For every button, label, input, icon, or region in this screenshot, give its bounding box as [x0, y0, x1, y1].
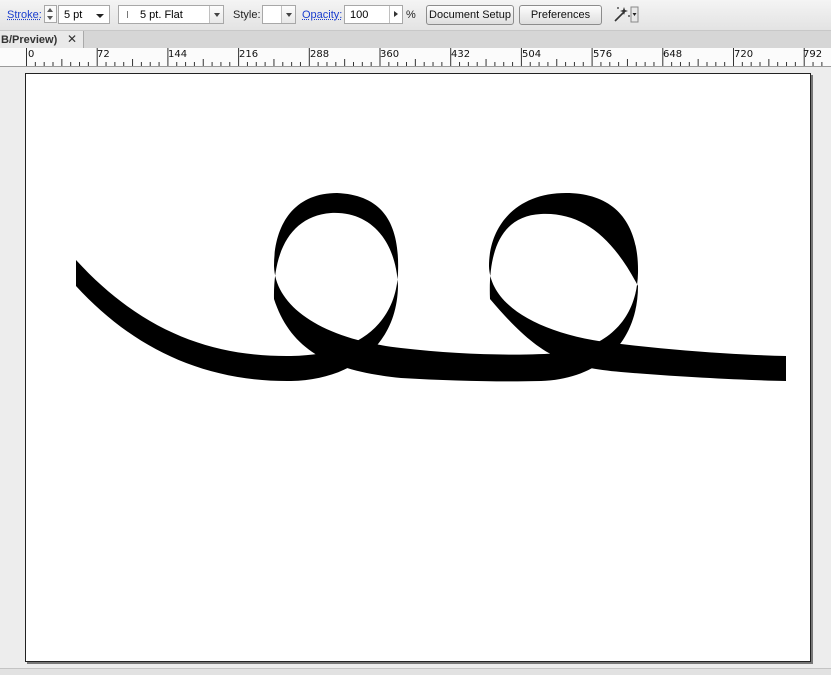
ruler-label-72: 72 — [97, 49, 110, 60]
play-right-icon — [394, 11, 398, 17]
ruler-label-648: 648 — [663, 49, 683, 60]
brush-preview-icon — [127, 11, 128, 18]
chevron-down-icon[interactable] — [96, 14, 104, 18]
close-icon[interactable]: ✕ — [67, 32, 77, 46]
chevron-down-icon — [286, 13, 292, 17]
ruler-ticks — [26, 48, 823, 66]
stepper-up-icon[interactable] — [47, 8, 53, 12]
graphic-style-field[interactable] — [262, 5, 296, 24]
stroke-label[interactable]: Stroke: — [7, 0, 42, 30]
ruler-label-144: 144 — [168, 49, 188, 60]
style-dropdown-button[interactable] — [281, 6, 295, 23]
ruler-label-576: 576 — [593, 49, 613, 60]
ruler-label-0: 0 — [28, 49, 35, 60]
stroke-weight-value: 5 pt — [64, 8, 83, 21]
ruler-label-288: 288 — [310, 49, 330, 60]
document-tab[interactable]: B/Preview) ✕ — [0, 31, 84, 48]
magic-wand-icon — [614, 6, 639, 23]
document-tab-title: B/Preview) — [1, 33, 58, 46]
artwork-canvas[interactable] — [26, 74, 810, 661]
document-setup-button[interactable]: Document Setup — [426, 5, 514, 25]
ribbon-loop-stroke[interactable] — [76, 193, 786, 382]
brush-definition-field[interactable]: 5 pt. Flat — [118, 5, 224, 24]
document-tab-strip: B/Preview) ✕ — [0, 31, 831, 49]
preferences-button[interactable]: Preferences — [519, 5, 602, 25]
opacity-slider-button[interactable] — [389, 6, 402, 23]
opacity-label[interactable]: Opacity: — [302, 0, 342, 30]
control-bar: Stroke: 5 pt 5 pt. Flat Style: Opacity: … — [0, 0, 831, 31]
horizontal-ruler[interactable]: 0 72 144 216 288 360 432 504 576 648 720… — [0, 48, 831, 67]
ruler-label-432: 432 — [451, 49, 471, 60]
ruler-label-216: 216 — [239, 49, 259, 60]
ruler-label-792: 792 — [803, 49, 823, 60]
opacity-value: 100 — [350, 8, 369, 21]
brush-dropdown-button[interactable] — [209, 6, 223, 23]
opacity-unit: % — [406, 9, 416, 21]
ruler-label-360: 360 — [380, 49, 400, 60]
stroke-weight-field[interactable]: 5 pt — [58, 5, 110, 24]
stepper-down-icon[interactable] — [47, 16, 53, 20]
chevron-down-icon — [214, 13, 220, 17]
style-label: Style: — [233, 9, 261, 21]
brush-definition-value: 5 pt. Flat — [140, 8, 183, 21]
ruler-label-720: 720 — [734, 49, 754, 60]
artboard[interactable] — [25, 73, 811, 662]
isolate-button[interactable] — [611, 4, 639, 24]
opacity-field[interactable]: 100 — [344, 5, 403, 24]
ruler-label-504: 504 — [522, 49, 542, 60]
stroke-stepper-icon[interactable] — [44, 5, 57, 23]
